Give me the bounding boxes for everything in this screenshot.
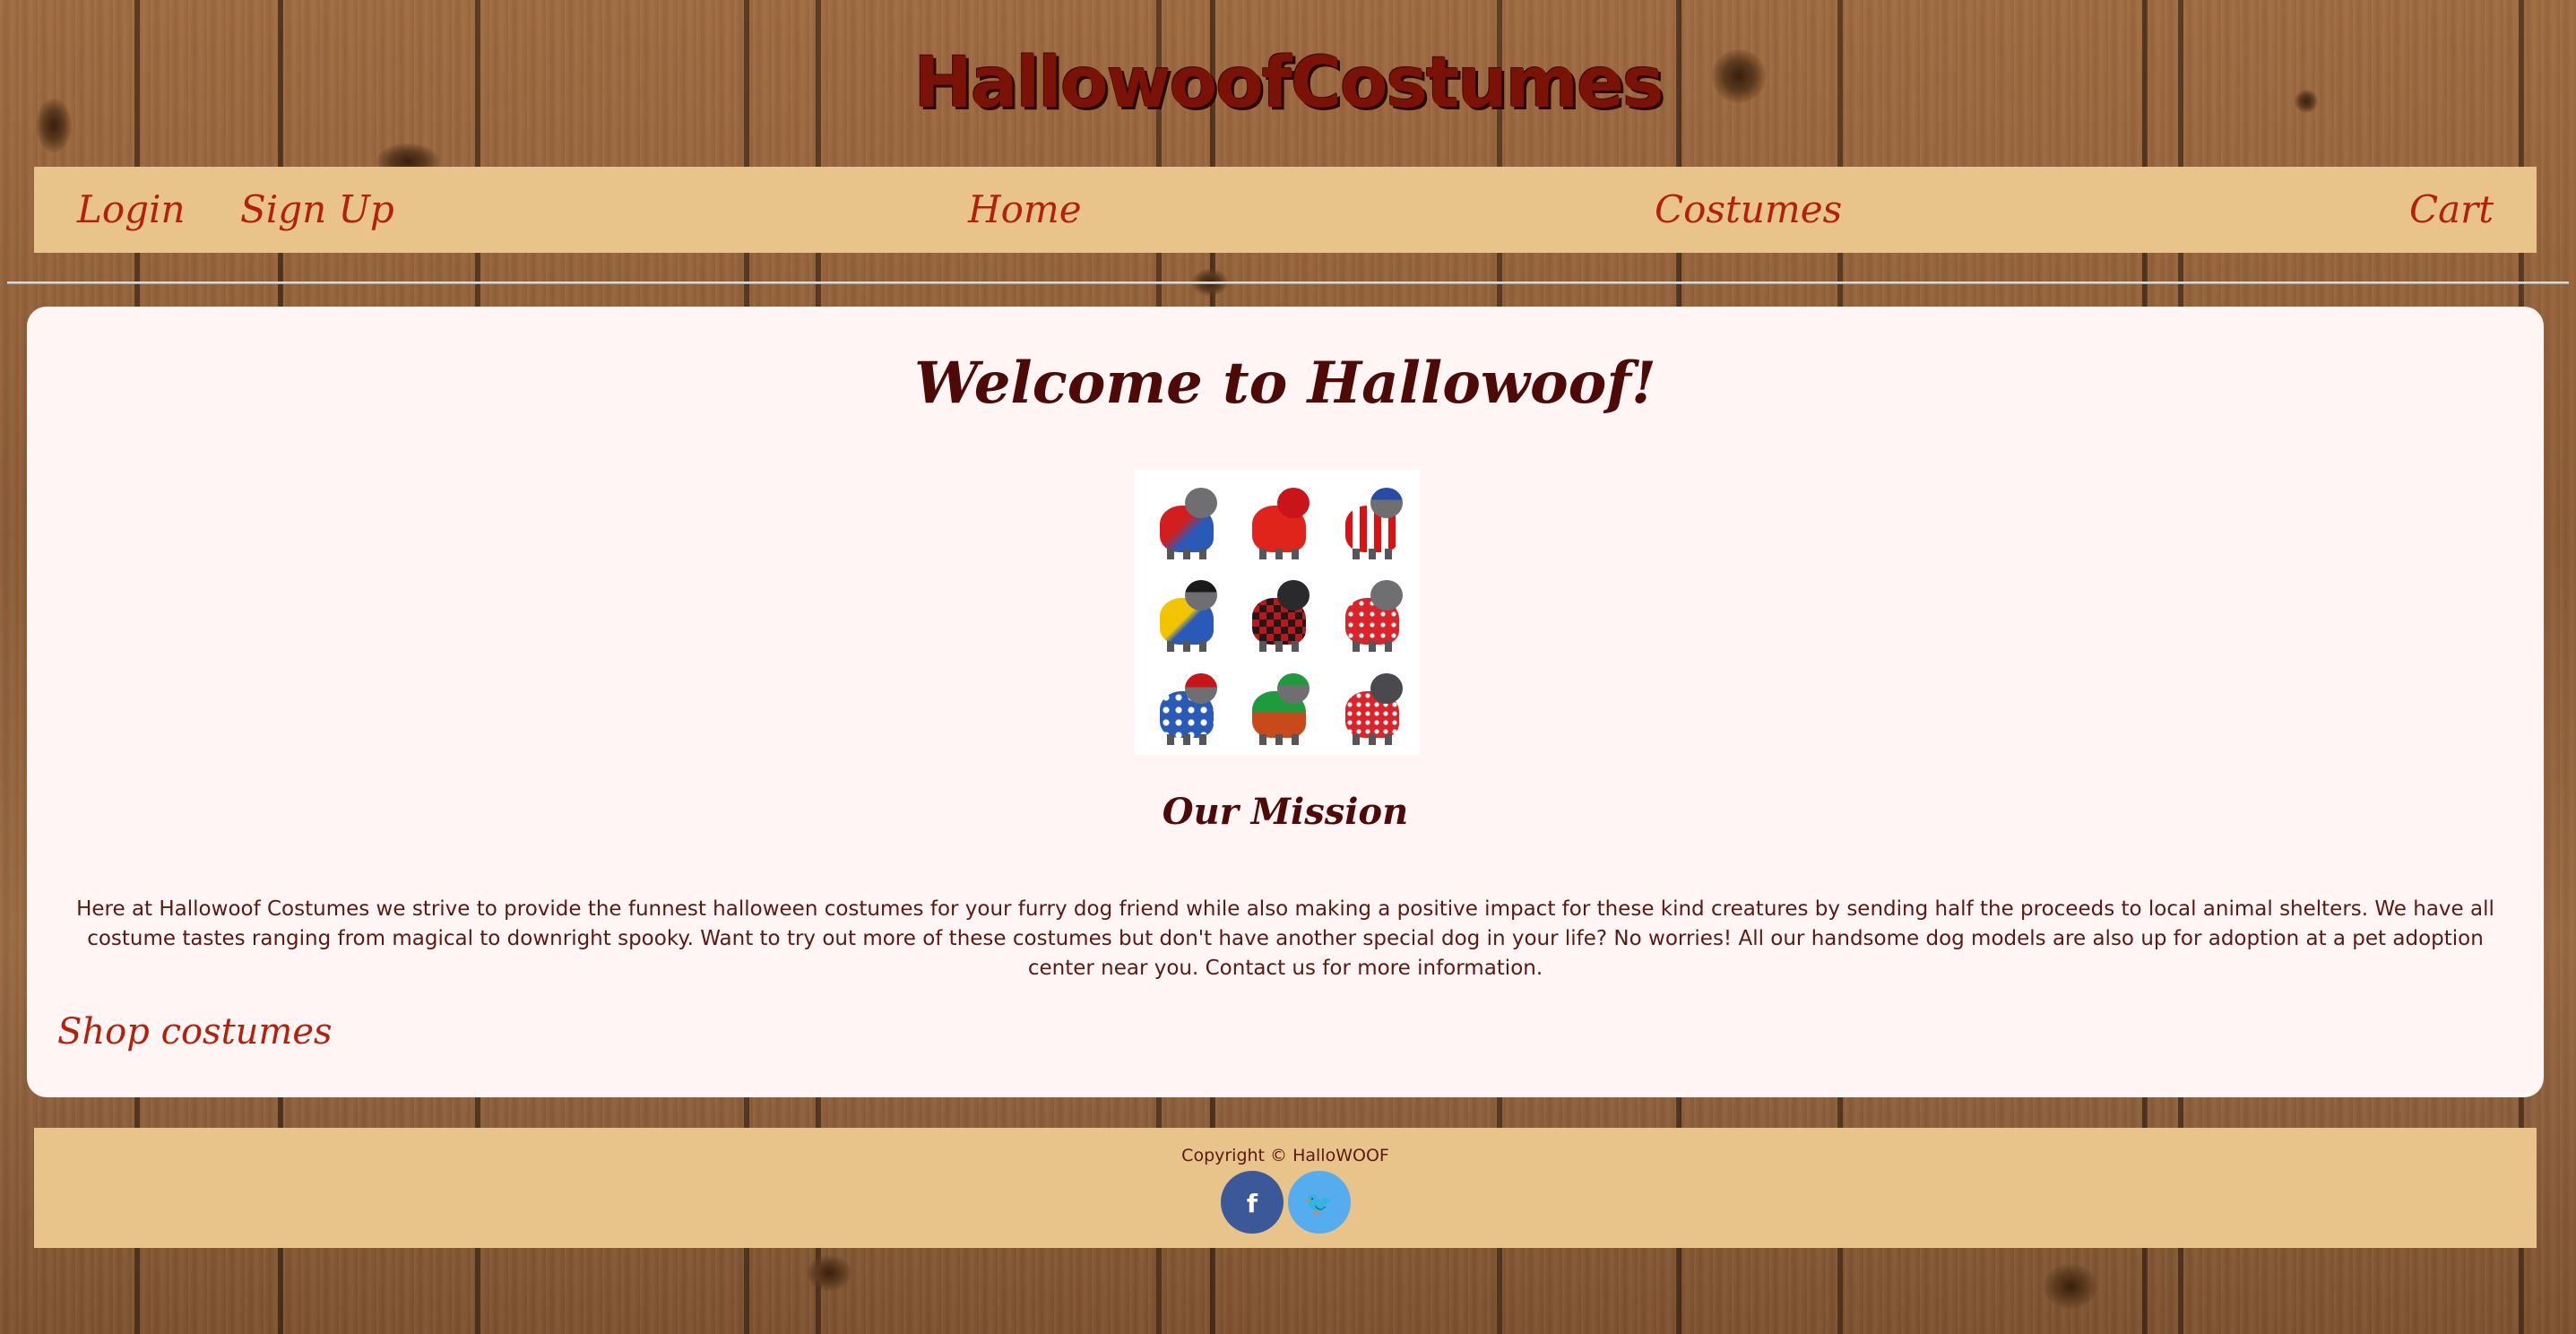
mission-paragraph: Here at Hallowoof Costumes we strive to …	[76, 897, 2494, 980]
nav-login-link[interactable]: Login	[77, 183, 186, 237]
dog-photo	[1326, 661, 1414, 749]
nav-signup-link[interactable]: Sign Up	[240, 183, 394, 237]
site-title: HallowoofCostumes	[913, 43, 1664, 124]
nav-costumes-link[interactable]: Costumes	[1655, 183, 1842, 237]
dog-photo	[1140, 661, 1229, 749]
dog-photo	[1326, 475, 1414, 564]
shop-costumes-link[interactable]: Shop costumes	[57, 1011, 333, 1052]
dog-photo	[1232, 567, 1321, 656]
nav-cart-link[interactable]: Cart	[2409, 183, 2494, 237]
wood-knot	[807, 1255, 851, 1291]
mission-heading: Our Mission	[1162, 791, 1409, 833]
dog-photo	[1232, 475, 1321, 564]
main-content-card: Welcome to Hallowoof! Our Mission Here a…	[27, 307, 2544, 1097]
wood-knot	[2044, 1264, 2097, 1309]
copyright-text: Copyright © HalloWOOF	[1181, 1146, 1389, 1165]
nav-home-link[interactable]: Home	[968, 183, 1082, 237]
dog-costumes-image	[1135, 470, 1420, 755]
navbar: Login Sign Up Home Costumes Cart	[34, 167, 2537, 253]
facebook-icon[interactable]: f	[1221, 1171, 1284, 1234]
dog-photo	[1232, 661, 1321, 749]
dog-photo	[1140, 567, 1229, 656]
horizontal-divider	[7, 282, 2569, 284]
welcome-heading: Welcome to Hallowoof!	[914, 350, 1656, 417]
twitter-icon[interactable]: 🐦	[1288, 1171, 1351, 1234]
dog-photo	[1140, 475, 1229, 564]
footer: Copyright © HalloWOOF f 🐦	[34, 1128, 2537, 1248]
dog-photo	[1326, 567, 1414, 656]
